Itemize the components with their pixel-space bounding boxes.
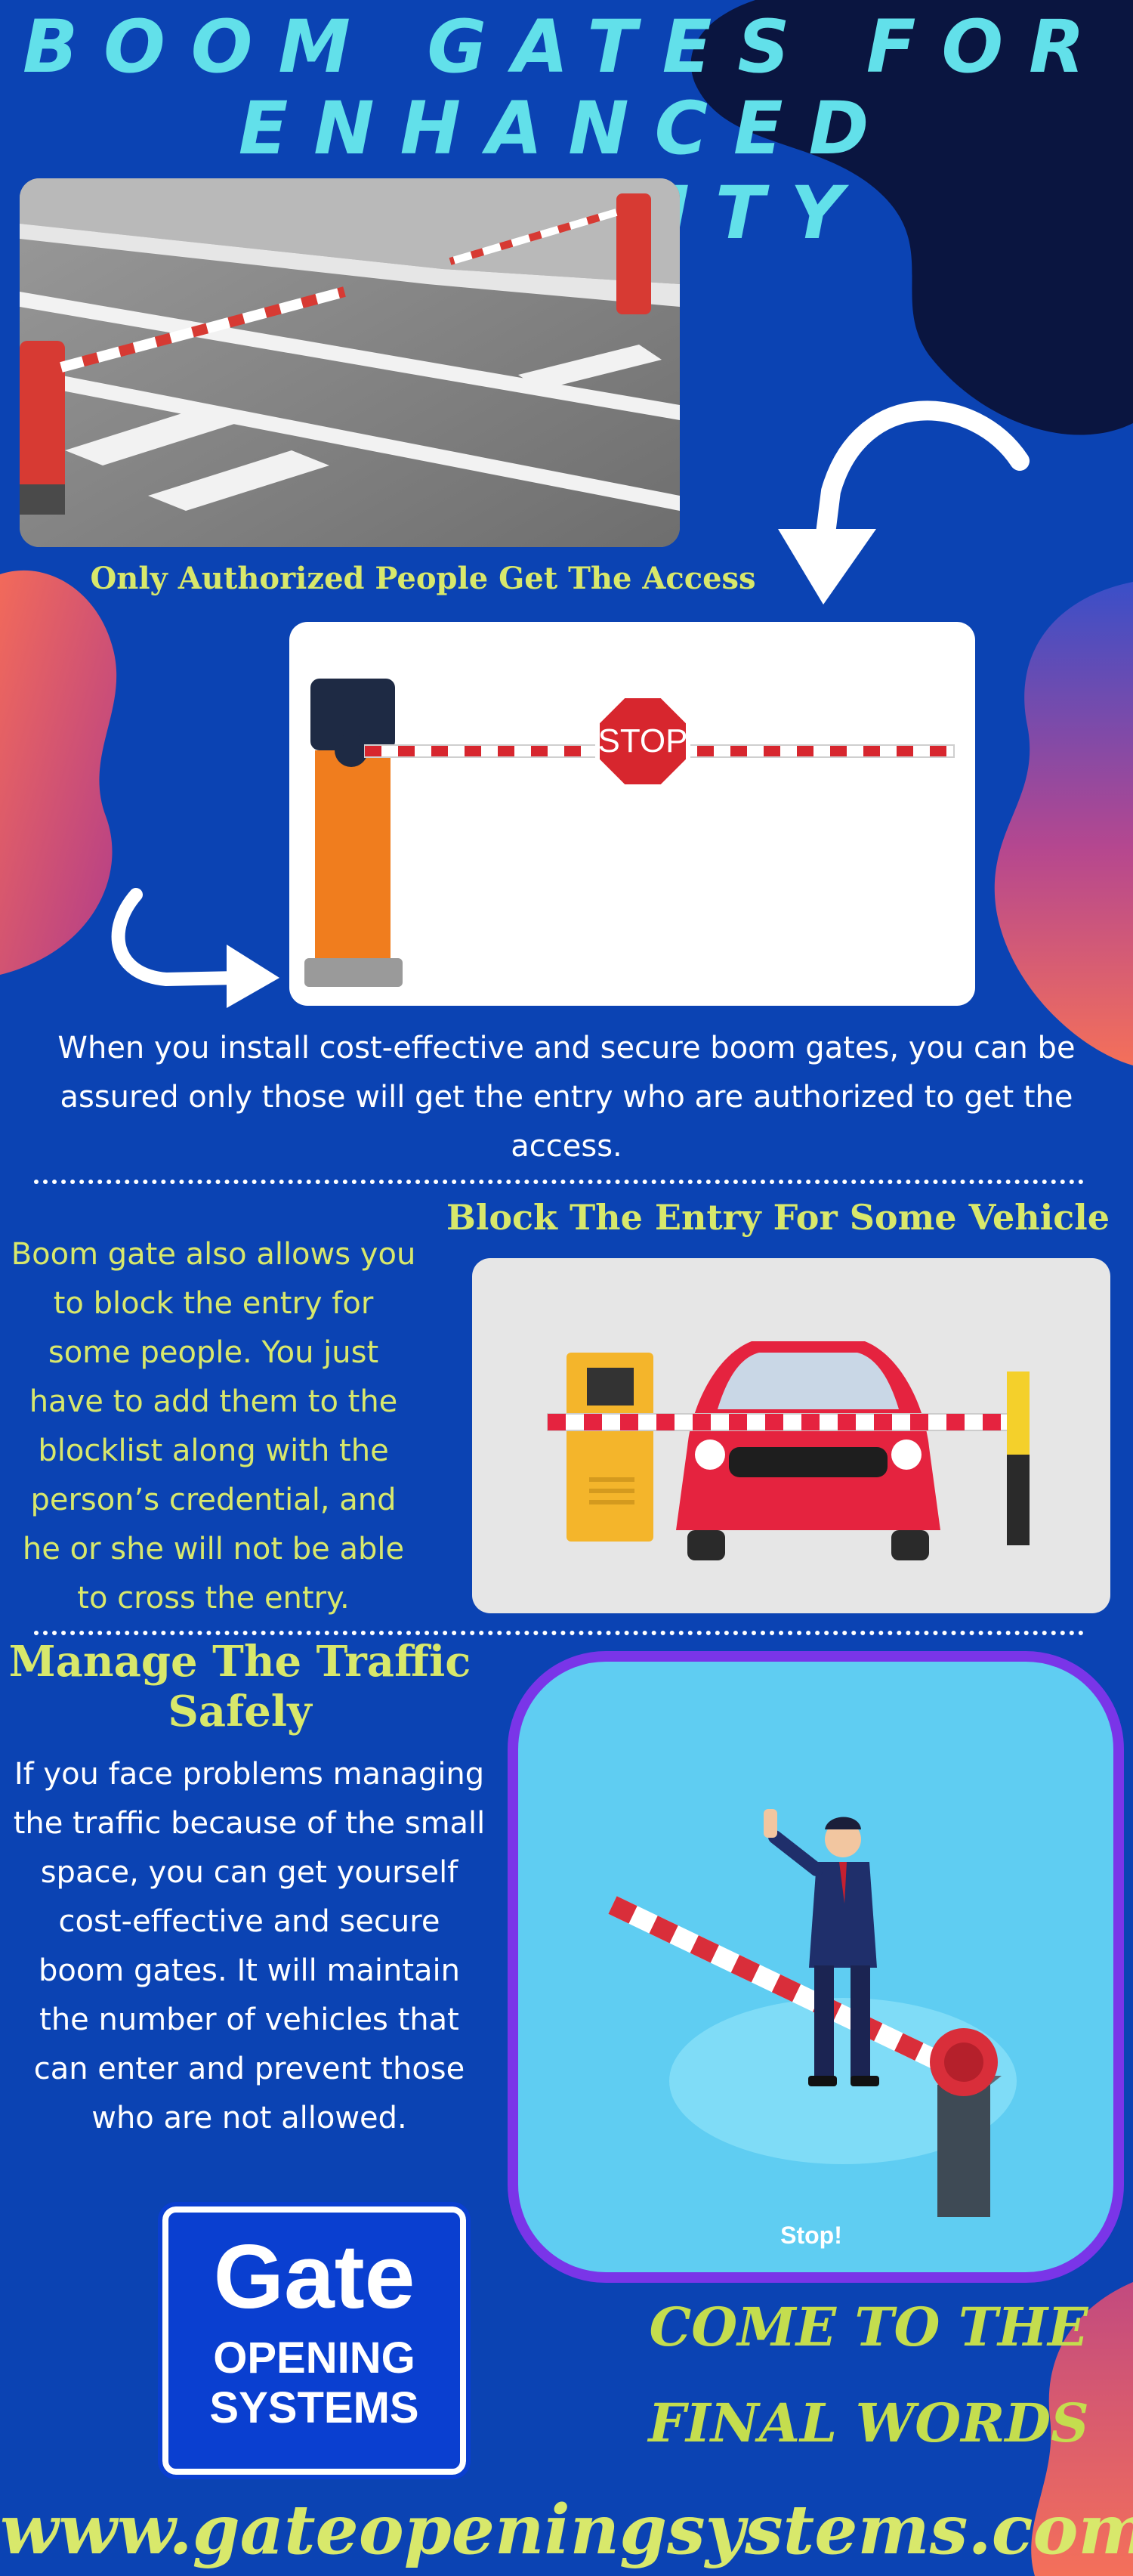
manage-traffic-heading: Manage The Traffic Safely [8, 1637, 471, 1736]
access-paragraph: When you install cost-effective and secu… [57, 1031, 1076, 1164]
stop-gate-illustration: STOP [289, 622, 975, 1006]
block-entry-paragraph: Boom gate also allows you to block the e… [11, 1237, 416, 1616]
logo-word-opening: OPENING [213, 2333, 415, 2383]
access-caption: Only Authorized People Get The Access [90, 561, 756, 596]
infographic-page: BOOM GATES FOR ENHANCED SECURITY Only Au [0, 0, 1133, 2576]
closing-line-1: COME TO THE [649, 2296, 1088, 2358]
dotted-divider [34, 1180, 1084, 1184]
website-url[interactable]: www.gateopeningsystems.com.au [0, 2490, 1133, 2570]
gate-opening-systems-logo: Gate OPENING SYSTEMS [158, 2202, 471, 2479]
dotted-divider [34, 1631, 1084, 1635]
curved-arrow-icon [778, 400, 1030, 605]
stop-caption: Stop! [780, 2222, 842, 2249]
block-entry-heading: Block The Entry For Some Vehicle [446, 1197, 1110, 1238]
traffic-man-illustration: Stop! [508, 1651, 1124, 2283]
closing-line-2: FINAL WORDS [648, 2392, 1089, 2454]
title-line-1: BOOM GATES FOR [23, 5, 1110, 89]
coral-blob-right [994, 582, 1133, 1065]
car-blocked-illustration [472, 1258, 1110, 1613]
manage-traffic-paragraph: If you face problems managing the traffi… [13, 1757, 486, 2135]
road-boom-gates-photo [20, 178, 680, 547]
logo-word-gate: Gate [213, 2226, 415, 2327]
hook-arrow-icon [111, 888, 279, 1008]
logo-word-systems: SYSTEMS [209, 2383, 419, 2432]
stop-sign-text: STOP [597, 722, 687, 759]
